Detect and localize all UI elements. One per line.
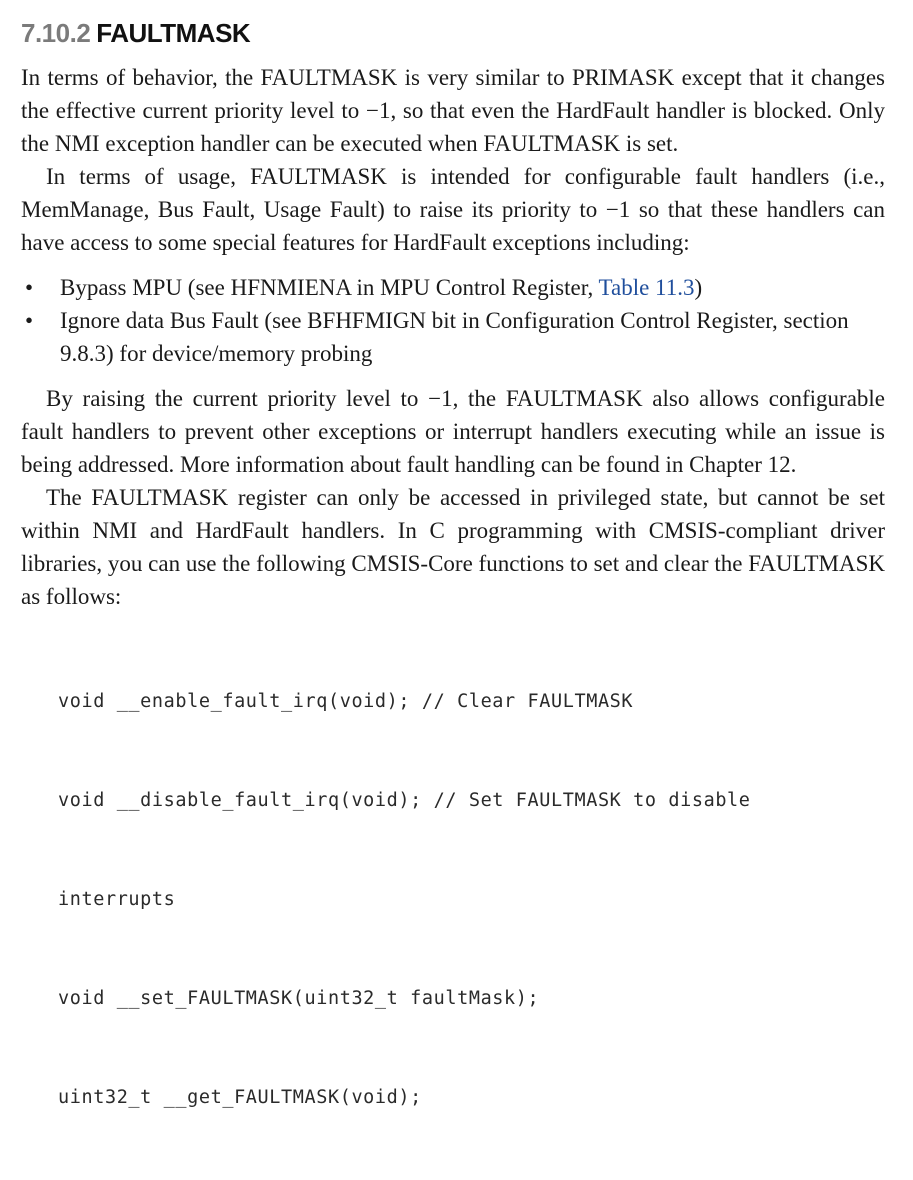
bullet-text: Ignore data Bus Fault (see BFHFMIGN bit …	[60, 308, 849, 366]
section-title: FAULTMASK	[96, 18, 251, 48]
bullet-icon: •	[25, 308, 34, 333]
section-heading: 7.10.2 FAULTMASK	[21, 16, 885, 50]
list-item: • Ignore data Bus Fault (see BFHFMIGN bi…	[21, 304, 885, 370]
bullet-text-end: )	[694, 275, 703, 300]
document-page: 7.10.2 FAULTMASK In terms of behavior, th…	[21, 16, 885, 1180]
bullet-text: Bypass MPU (see HFNMIENA in MPU Control …	[60, 275, 599, 300]
paragraph-priority: By raising the current priority level to…	[21, 386, 885, 477]
code-line: void __enable_fault_irq(void); // Clear …	[58, 691, 634, 712]
section-number: 7.10.2	[21, 18, 91, 48]
code-line: void __disable_fault_irq(void); // Set F…	[58, 790, 751, 811]
code-block: void __enable_fault_irq(void); // Clear …	[58, 619, 885, 1180]
code-line: void __set_FAULTMASK(uint32_t faultMask)…	[58, 988, 540, 1009]
feature-list: • Bypass MPU (see HFNMIENA in MPU Contro…	[21, 271, 885, 370]
list-item: • Bypass MPU (see HFNMIENA in MPU Contro…	[21, 271, 885, 304]
table-reference-link[interactable]: Table 11.3	[599, 275, 695, 300]
paragraph-access: The FAULTMASK register can only be acces…	[21, 485, 885, 609]
bullet-icon: •	[25, 275, 34, 300]
paragraph-usage: In terms of usage, FAULTMASK is intended…	[21, 164, 885, 255]
code-line: interrupts	[58, 889, 176, 910]
code-line: uint32_t __get_FAULTMASK(void);	[58, 1087, 422, 1108]
paragraph-behavior: In terms of behavior, the FAULTMASK is v…	[21, 65, 885, 156]
